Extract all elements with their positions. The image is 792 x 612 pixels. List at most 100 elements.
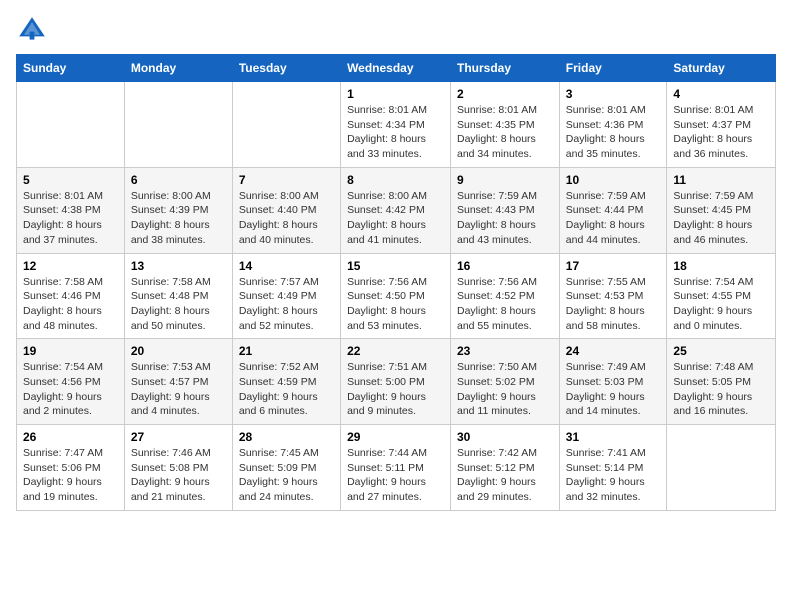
week-row-1: 1 Sunrise: 8:01 AM Sunset: 4:34 PM Daylig…	[17, 82, 776, 168]
header-day-wednesday: Wednesday	[341, 55, 451, 82]
day-info: Sunrise: 7:56 AM Sunset: 4:50 PM Dayligh…	[347, 275, 444, 334]
day-cell: 23 Sunrise: 7:50 AM Sunset: 5:02 PM Dayli…	[451, 339, 560, 425]
day-info: Sunrise: 8:00 AM Sunset: 4:42 PM Dayligh…	[347, 189, 444, 248]
day-number: 10	[566, 173, 661, 187]
day-number: 21	[239, 344, 334, 358]
day-cell: 15Sunrise: 7:56 AM Sunset: 4:50 PM Dayli…	[341, 253, 451, 339]
day-cell: 11 Sunrise: 7:59 AM Sunset: 4:45 PM Dayli…	[667, 167, 776, 253]
calendar-header: SundayMondayTuesdayWednesdayThursdayFrid…	[17, 55, 776, 82]
day-number: 11	[673, 173, 769, 187]
day-info: Sunrise: 8:01 AM Sunset: 4:35 PM Dayligh…	[457, 103, 553, 162]
calendar-body: 1 Sunrise: 8:01 AM Sunset: 4:34 PM Daylig…	[17, 82, 776, 511]
day-cell: 26 Sunrise: 7:47 AM Sunset: 5:06 PM Dayli…	[17, 425, 125, 511]
header-row: SundayMondayTuesdayWednesdayThursdayFrid…	[17, 55, 776, 82]
day-cell	[17, 82, 125, 168]
day-cell: 19 Sunrise: 7:54 AM Sunset: 4:56 PM Dayli…	[17, 339, 125, 425]
day-number: 30	[457, 430, 553, 444]
day-info: Sunrise: 7:49 AM Sunset: 5:03 PM Dayligh…	[566, 360, 661, 419]
day-info: Sunrise: 7:53 AM Sunset: 4:57 PM Dayligh…	[131, 360, 226, 419]
day-number: 7	[239, 173, 334, 187]
day-number: 5	[23, 173, 118, 187]
day-number: 31	[566, 430, 661, 444]
day-cell: 10 Sunrise: 7:59 AM Sunset: 4:44 PM Dayli…	[559, 167, 667, 253]
day-info: Sunrise: 7:52 AM Sunset: 4:59 PM Dayligh…	[239, 360, 334, 419]
day-info: Sunrise: 7:44 AM Sunset: 5:11 PM Dayligh…	[347, 446, 444, 505]
day-info: Sunrise: 8:01 AM Sunset: 4:34 PM Dayligh…	[347, 103, 444, 162]
day-info: Sunrise: 7:50 AM Sunset: 5:02 PM Dayligh…	[457, 360, 553, 419]
day-number: 18	[673, 259, 769, 273]
day-cell: 13 Sunrise: 7:58 AM Sunset: 4:48 PM Dayli…	[124, 253, 232, 339]
day-cell: 24 Sunrise: 7:49 AM Sunset: 5:03 PM Dayli…	[559, 339, 667, 425]
day-number: 14	[239, 259, 334, 273]
day-number: 13	[131, 259, 226, 273]
day-info: Sunrise: 8:00 AM Sunset: 4:39 PM Dayligh…	[131, 189, 226, 248]
day-number: 25	[673, 344, 769, 358]
day-info: Sunrise: 7:54 AM Sunset: 4:55 PM Dayligh…	[673, 275, 769, 334]
day-cell: 17 Sunrise: 7:55 AM Sunset: 4:53 PM Dayli…	[559, 253, 667, 339]
header-day-sunday: Sunday	[17, 55, 125, 82]
day-cell: 7 Sunrise: 8:00 AM Sunset: 4:40 PM Daylig…	[232, 167, 340, 253]
day-cell: 3 Sunrise: 8:01 AM Sunset: 4:36 PM Daylig…	[559, 82, 667, 168]
day-info: Sunrise: 7:59 AM Sunset: 4:43 PM Dayligh…	[457, 189, 553, 248]
day-info: Sunrise: 7:54 AM Sunset: 4:56 PM Dayligh…	[23, 360, 118, 419]
day-info: Sunrise: 8:01 AM Sunset: 4:38 PM Dayligh…	[23, 189, 118, 248]
day-info: Sunrise: 7:45 AM Sunset: 5:09 PM Dayligh…	[239, 446, 334, 505]
header-day-friday: Friday	[559, 55, 667, 82]
week-row-3: 12 Sunrise: 7:58 AM Sunset: 4:46 PM Dayli…	[17, 253, 776, 339]
day-cell: 27Sunrise: 7:46 AM Sunset: 5:08 PM Dayli…	[124, 425, 232, 511]
day-number: 20	[131, 344, 226, 358]
day-cell: 28 Sunrise: 7:45 AM Sunset: 5:09 PM Dayli…	[232, 425, 340, 511]
logo	[16, 14, 50, 46]
day-info: Sunrise: 8:00 AM Sunset: 4:40 PM Dayligh…	[239, 189, 334, 248]
day-number: 23	[457, 344, 553, 358]
week-row-5: 26 Sunrise: 7:47 AM Sunset: 5:06 PM Dayli…	[17, 425, 776, 511]
day-cell	[124, 82, 232, 168]
day-number: 1	[347, 87, 444, 101]
header-day-thursday: Thursday	[451, 55, 560, 82]
day-number: 9	[457, 173, 553, 187]
logo-icon	[16, 14, 48, 46]
day-cell	[667, 425, 776, 511]
week-row-4: 19 Sunrise: 7:54 AM Sunset: 4:56 PM Dayli…	[17, 339, 776, 425]
day-cell: 25Sunrise: 7:48 AM Sunset: 5:05 PM Dayli…	[667, 339, 776, 425]
day-number: 3	[566, 87, 661, 101]
day-cell: 20 Sunrise: 7:53 AM Sunset: 4:57 PM Dayli…	[124, 339, 232, 425]
day-cell: 9 Sunrise: 7:59 AM Sunset: 4:43 PM Daylig…	[451, 167, 560, 253]
day-info: Sunrise: 7:58 AM Sunset: 4:48 PM Dayligh…	[131, 275, 226, 334]
day-number: 28	[239, 430, 334, 444]
day-cell: 18 Sunrise: 7:54 AM Sunset: 4:55 PM Dayli…	[667, 253, 776, 339]
day-number: 8	[347, 173, 444, 187]
day-number: 19	[23, 344, 118, 358]
page: SundayMondayTuesdayWednesdayThursdayFrid…	[0, 0, 792, 527]
day-cell: 4Sunrise: 8:01 AM Sunset: 4:37 PM Daylig…	[667, 82, 776, 168]
header-day-tuesday: Tuesday	[232, 55, 340, 82]
day-info: Sunrise: 7:47 AM Sunset: 5:06 PM Dayligh…	[23, 446, 118, 505]
day-info: Sunrise: 8:01 AM Sunset: 4:37 PM Dayligh…	[673, 103, 769, 162]
day-info: Sunrise: 7:56 AM Sunset: 4:52 PM Dayligh…	[457, 275, 553, 334]
day-cell	[232, 82, 340, 168]
day-info: Sunrise: 7:41 AM Sunset: 5:14 PM Dayligh…	[566, 446, 661, 505]
day-cell: 5 Sunrise: 8:01 AM Sunset: 4:38 PM Daylig…	[17, 167, 125, 253]
day-number: 24	[566, 344, 661, 358]
day-cell: 22Sunrise: 7:51 AM Sunset: 5:00 PM Dayli…	[341, 339, 451, 425]
day-number: 29	[347, 430, 444, 444]
day-info: Sunrise: 7:59 AM Sunset: 4:44 PM Dayligh…	[566, 189, 661, 248]
day-info: Sunrise: 7:59 AM Sunset: 4:45 PM Dayligh…	[673, 189, 769, 248]
day-cell: 29 Sunrise: 7:44 AM Sunset: 5:11 PM Dayli…	[341, 425, 451, 511]
day-info: Sunrise: 7:55 AM Sunset: 4:53 PM Dayligh…	[566, 275, 661, 334]
day-number: 27	[131, 430, 226, 444]
day-number: 2	[457, 87, 553, 101]
day-cell: 2 Sunrise: 8:01 AM Sunset: 4:35 PM Daylig…	[451, 82, 560, 168]
day-cell: 21 Sunrise: 7:52 AM Sunset: 4:59 PM Dayli…	[232, 339, 340, 425]
day-number: 17	[566, 259, 661, 273]
header-day-saturday: Saturday	[667, 55, 776, 82]
calendar: SundayMondayTuesdayWednesdayThursdayFrid…	[16, 54, 776, 511]
day-info: Sunrise: 7:51 AM Sunset: 5:00 PM Dayligh…	[347, 360, 444, 419]
day-cell: 8 Sunrise: 8:00 AM Sunset: 4:42 PM Daylig…	[341, 167, 451, 253]
day-info: Sunrise: 8:01 AM Sunset: 4:36 PM Dayligh…	[566, 103, 661, 162]
day-number: 12	[23, 259, 118, 273]
day-number: 16	[457, 259, 553, 273]
day-cell: 12 Sunrise: 7:58 AM Sunset: 4:46 PM Dayli…	[17, 253, 125, 339]
day-info: Sunrise: 7:58 AM Sunset: 4:46 PM Dayligh…	[23, 275, 118, 334]
day-number: 26	[23, 430, 118, 444]
